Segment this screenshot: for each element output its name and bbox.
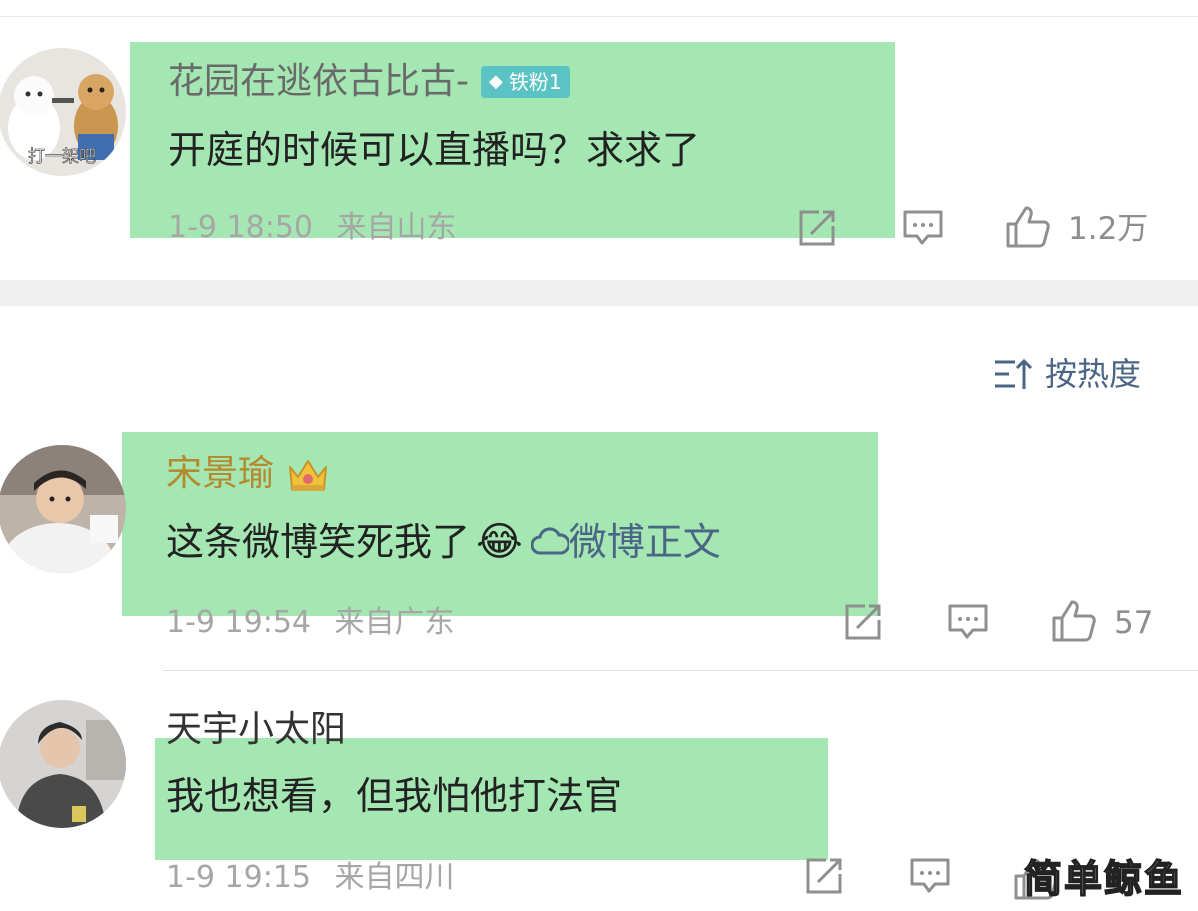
comment-meta: 1-9 19:54 来自广东 <box>166 605 455 641</box>
sort-icon <box>993 357 1033 391</box>
comment-location: 来自广东 <box>334 605 455 640</box>
comment-text: 开庭的时候可以直播吗？求求了 <box>168 128 701 172</box>
crown-icon[interactable] <box>286 453 330 495</box>
comment-time: 1-9 19:15 <box>166 860 311 895</box>
weibo-link[interactable]: 微博正文 <box>530 518 721 566</box>
laughing-emoji: 😂 <box>476 519 523 565</box>
comment-divider <box>163 670 1198 671</box>
diamond-icon: ◆ <box>489 71 503 92</box>
weibo-link-icon <box>530 527 569 557</box>
share-icon[interactable] <box>797 208 839 248</box>
fan-badge[interactable]: ◆ 铁粉1 <box>481 66 570 98</box>
comment-location: 来自四川 <box>334 860 455 895</box>
share-icon[interactable] <box>804 856 846 896</box>
top-divider <box>0 16 1198 17</box>
comment-time: 1-9 19:54 <box>166 605 311 640</box>
like-count: 57 <box>1114 605 1154 641</box>
comment-header: 宋景瑜 <box>166 452 330 496</box>
comment-meta: 1-9 18:50 来自山东 <box>168 210 457 246</box>
sort-label: 按热度 <box>1045 355 1142 393</box>
like-icon[interactable] <box>1004 204 1052 250</box>
username[interactable]: 宋景瑜 <box>166 452 274 496</box>
badge-label: 铁粉1 <box>508 70 562 94</box>
avatar-caption: 打一架吧 <box>28 147 96 167</box>
watermark: 简单鲸鱼 <box>1023 856 1185 902</box>
comment-icon[interactable] <box>902 208 944 248</box>
avatar[interactable]: 打一架吧 <box>0 48 126 176</box>
sort-button[interactable]: 按热度 <box>993 354 1141 394</box>
comment-text: 这条微博笑死我了 <box>166 520 471 564</box>
comment-location: 来自山东 <box>336 210 457 245</box>
comment-icon[interactable] <box>947 602 989 642</box>
like-count: 1.2万 <box>1068 211 1149 247</box>
avatar[interactable] <box>0 700 126 828</box>
comment-header: 花园在逃依古比古- ◆ 铁粉1 <box>168 60 570 104</box>
username[interactable]: 天宇小太阳 <box>166 708 346 752</box>
section-gap <box>0 280 1198 306</box>
weibo-link-label: 微博正文 <box>568 520 721 564</box>
comment-time: 1-9 18:50 <box>168 210 313 245</box>
comment-text: 我也想看，但我怕他打法官 <box>166 774 623 818</box>
avatar[interactable] <box>0 445 126 573</box>
share-icon[interactable] <box>843 602 885 642</box>
username[interactable]: 花园在逃依古比古- <box>168 60 469 104</box>
comment-icon[interactable] <box>909 856 951 896</box>
comment-text-row: 这条微博笑死我了 😂 微博正文 <box>166 518 721 566</box>
like-icon[interactable] <box>1050 598 1098 644</box>
comment-meta: 1-9 19:15 来自四川 <box>166 860 455 896</box>
